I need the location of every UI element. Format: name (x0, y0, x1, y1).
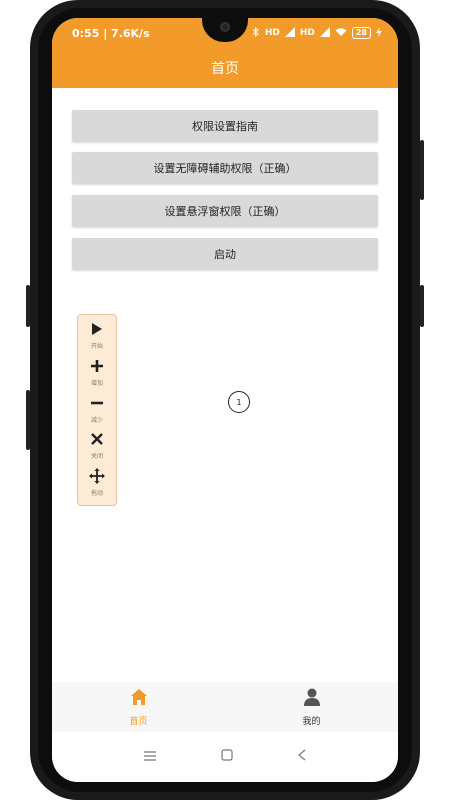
home-icon (130, 688, 148, 710)
back-icon[interactable] (297, 749, 306, 765)
accessibility-permission-button[interactable]: 设置无障碍辅助权限（正确） (72, 152, 378, 184)
side-button-left-2 (26, 390, 30, 450)
float-add-label: 增加 (90, 379, 103, 387)
person-icon (303, 688, 320, 710)
float-add-button[interactable]: 增加 (89, 358, 105, 395)
minus-icon (89, 395, 105, 411)
float-drag-handle[interactable]: 拖动 (89, 468, 105, 505)
tap-point-marker[interactable]: 1 (228, 391, 250, 413)
float-start-button[interactable]: 开始 (89, 321, 105, 358)
menu-icon[interactable] (144, 749, 157, 765)
side-button-left-1 (26, 285, 30, 327)
signal-1-label: HD (264, 28, 280, 38)
app-bar: 首页 (52, 48, 398, 88)
nav-mine-label: 我的 (302, 716, 321, 727)
system-nav-bar (52, 732, 398, 782)
float-close-label: 关闭 (90, 453, 103, 461)
play-icon (89, 321, 105, 337)
float-reduce-label: 减少 (90, 416, 103, 424)
close-icon (89, 431, 105, 447)
front-camera (220, 22, 230, 32)
signal-bars-2-icon (319, 26, 330, 40)
start-button[interactable]: 启动 (72, 238, 378, 270)
power-button (420, 140, 424, 200)
nav-home[interactable]: 首页 (52, 682, 225, 732)
signal-2-label: HD (299, 28, 315, 38)
bluetooth-icon (252, 26, 260, 40)
charging-icon (376, 26, 382, 40)
home-square-icon[interactable] (221, 749, 233, 765)
float-drag-label: 拖动 (90, 490, 103, 498)
float-reduce-button[interactable]: 减少 (89, 395, 105, 432)
floating-toolbar: 开始 增加 减少 关闭 拖动 (77, 314, 117, 506)
side-button-right (420, 285, 424, 327)
bottom-nav: 首页 我的 (52, 682, 398, 732)
status-time-speed: 0:55 | 7.6K/s (72, 26, 150, 40)
plus-icon (89, 358, 105, 374)
nav-mine[interactable]: 我的 (225, 682, 398, 732)
float-start-label: 开始 (90, 343, 103, 350)
float-close-button[interactable]: 关闭 (89, 431, 105, 468)
nav-home-label: 首页 (129, 716, 148, 727)
permission-guide-button[interactable]: 权限设置指南 (72, 110, 378, 142)
wifi-icon (335, 27, 347, 40)
battery-indicator: 28 (351, 27, 371, 39)
move-icon (89, 468, 105, 485)
screen: 0:55 | 7.6K/s HD HD 28 首页 权限设置指南 设置无障碍辅助… (52, 18, 398, 782)
page-title: 首页 (211, 61, 239, 77)
status-icons: HD HD 28 (252, 26, 382, 40)
signal-bars-1-icon (284, 26, 295, 40)
overlay-permission-button[interactable]: 设置悬浮窗权限（正确） (72, 195, 378, 227)
